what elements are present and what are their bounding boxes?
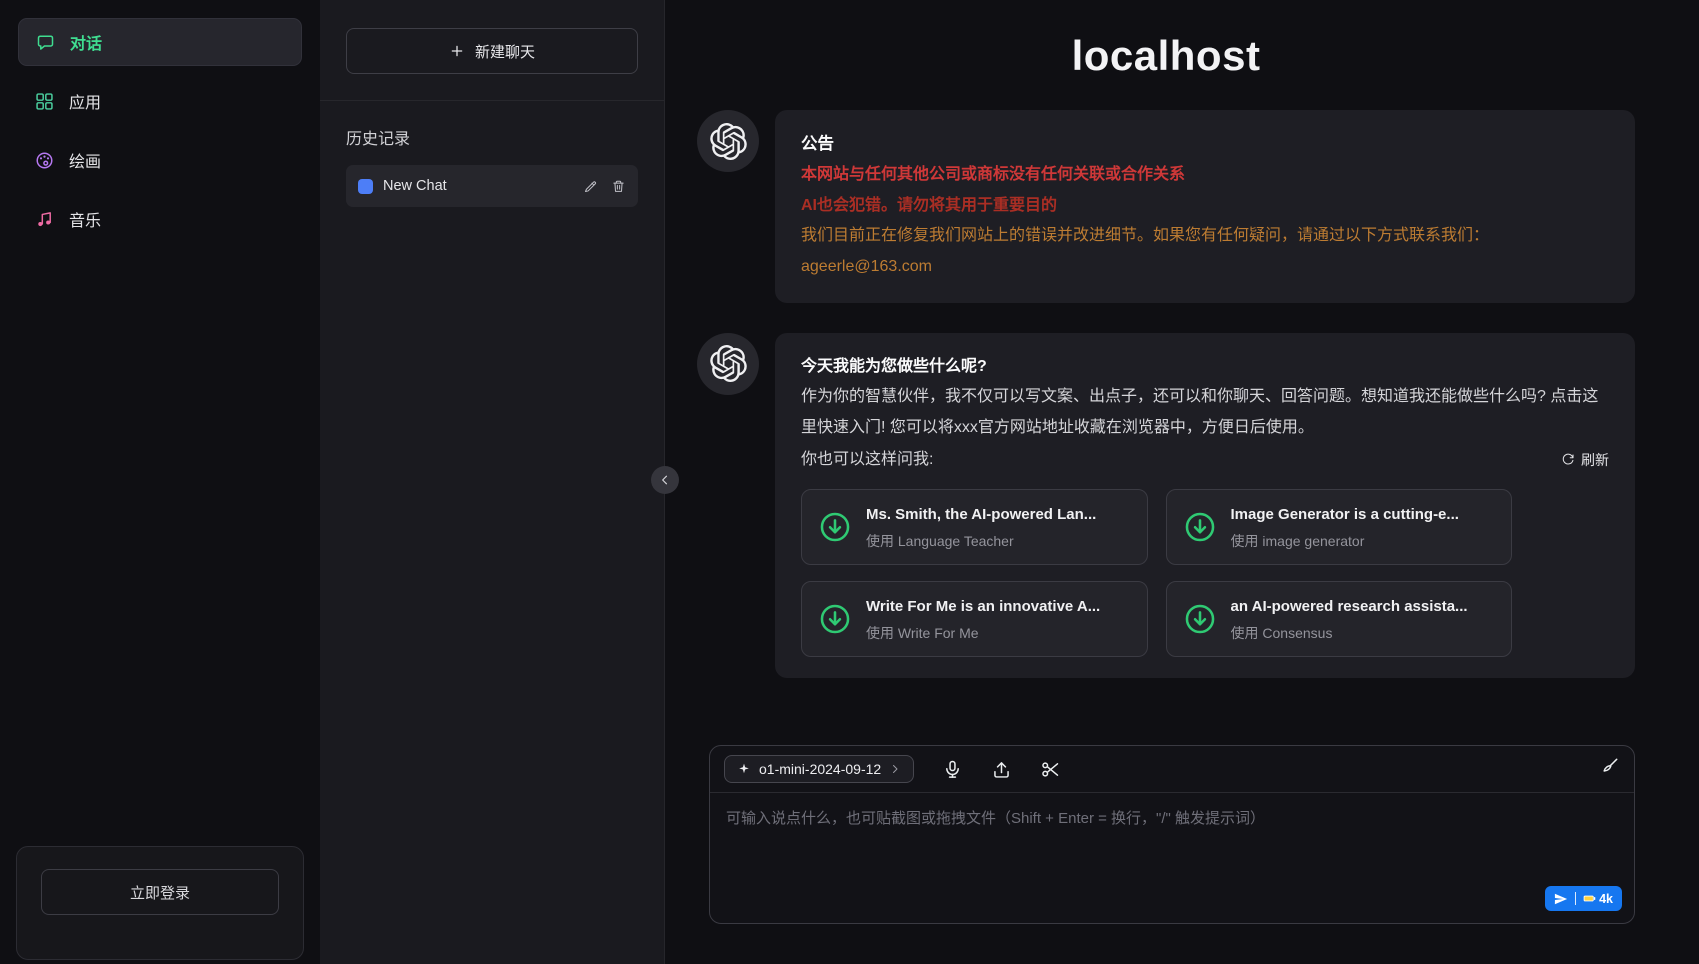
- microphone-icon[interactable]: [942, 759, 963, 780]
- clear-context-brush-icon: [1599, 756, 1620, 777]
- notice-title: 公告: [801, 129, 1609, 160]
- palette-icon: [34, 150, 55, 171]
- openai-logo-icon: [710, 345, 747, 382]
- suggestion-card[interactable]: Image Generator is a cutting-e... 使用 ima…: [1166, 489, 1513, 565]
- upload-icon[interactable]: [991, 759, 1012, 780]
- send-button[interactable]: 4k: [1545, 886, 1622, 911]
- suggestion-subtitle: 使用 Language Teacher: [866, 532, 1096, 550]
- refresh-label: 刷新: [1581, 447, 1609, 474]
- notice-line-2: AI也会犯错。请勿将其用于重要目的: [801, 191, 1609, 221]
- ask-row: 你也可以这样问我: 刷新: [801, 445, 1609, 475]
- arrow-down-circle-icon: [1183, 602, 1217, 636]
- refresh-icon: [1561, 453, 1575, 467]
- login-button[interactable]: 立即登录: [41, 869, 279, 915]
- model-name: o1-mini-2024-09-12: [759, 761, 881, 777]
- sidebar-item-label: 音乐: [69, 207, 101, 231]
- music-note-icon: [34, 209, 55, 230]
- history-panel: 新建聊天 历史记录 New Chat: [320, 0, 665, 964]
- suggestion-card[interactable]: an AI-powered research assista... 使用 Con…: [1166, 581, 1513, 657]
- arrow-down-circle-icon: [818, 510, 852, 544]
- suggestion-subtitle: 使用 Consensus: [1231, 624, 1468, 642]
- message-bubble: 公告 本网站与任何其他公司或商标没有任何关联或合作关系 AI也会犯错。请勿将其用…: [775, 110, 1635, 303]
- sidebar-item-music[interactable]: 音乐: [18, 195, 302, 243]
- token-counter: 4k: [1583, 892, 1613, 906]
- suggestion-card[interactable]: Write For Me is an innovative A... 使用 Wr…: [801, 581, 1148, 657]
- sidebar-item-paint[interactable]: 绘画: [18, 136, 302, 184]
- clear-context-button[interactable]: [1599, 756, 1620, 782]
- new-chat-button[interactable]: 新建聊天: [346, 28, 638, 74]
- suggestion-title: an AI-powered research assista...: [1231, 597, 1468, 617]
- assistant-message: 公告 本网站与任何其他公司或商标没有任何关联或合作关系 AI也会犯错。请勿将其用…: [697, 110, 1635, 303]
- assistant-message: 今天我能为您做些什么呢? 作为你的智慧伙伴，我不仅可以写文案、出点子，还可以和你…: [697, 333, 1635, 679]
- suggestion-text: an AI-powered research assista... 使用 Con…: [1231, 597, 1468, 642]
- apps-grid-icon: [34, 91, 55, 112]
- assistant-avatar: [697, 110, 759, 172]
- suggestion-subtitle: 使用 image generator: [1231, 532, 1459, 550]
- sidebar-item-label: 应用: [69, 89, 101, 113]
- sidebar-item-label: 对话: [70, 30, 102, 54]
- suggestion-title: Ms. Smith, the AI-powered Lan...: [866, 505, 1096, 525]
- divider: [1575, 892, 1576, 905]
- notice-line-1: 本网站与任何其他公司或商标没有任何关联或合作关系: [801, 160, 1609, 190]
- history-header: 历史记录: [346, 125, 638, 149]
- edit-pencil-icon[interactable]: [583, 179, 598, 194]
- battery-icon: [1583, 892, 1596, 905]
- token-label: 4k: [1599, 892, 1613, 906]
- suggestion-text: Image Generator is a cutting-e... 使用 ima…: [1231, 505, 1459, 550]
- model-selector[interactable]: o1-mini-2024-09-12: [724, 755, 914, 783]
- suggestion-card[interactable]: Ms. Smith, the AI-powered Lan... 使用 Lang…: [801, 489, 1148, 565]
- refresh-suggestions-button[interactable]: 刷新: [1561, 447, 1609, 474]
- sidebar-item-apps[interactable]: 应用: [18, 77, 302, 125]
- paper-plane-icon: [1554, 892, 1568, 906]
- collapse-sidebar-button[interactable]: [651, 466, 679, 494]
- chat-row-actions: [583, 179, 626, 194]
- contact-email[interactable]: ageerle@163.com: [801, 252, 1609, 282]
- sidebar: 对话 应用 绘画: [0, 0, 320, 964]
- suggestion-text: Ms. Smith, the AI-powered Lan... 使用 Lang…: [866, 505, 1096, 550]
- chat-list-item[interactable]: New Chat: [346, 165, 638, 207]
- assistant-avatar: [697, 333, 759, 395]
- model-sparkle-icon: [737, 762, 751, 776]
- suggestion-text: Write For Me is an innovative A... 使用 Wr…: [866, 597, 1100, 642]
- divider: [320, 100, 664, 101]
- login-panel: 立即登录: [16, 846, 304, 960]
- chevron-left-icon: [658, 473, 672, 487]
- delete-trash-icon[interactable]: [611, 179, 626, 194]
- arrow-down-circle-icon: [1183, 510, 1217, 544]
- plus-icon: [449, 43, 465, 59]
- welcome-title: 今天我能为您做些什么呢?: [801, 352, 1609, 382]
- notice-line-3: 我们目前正在修复我们网站上的错误并改进细节。如果您有任何疑问，请通过以下方式联系…: [801, 221, 1609, 251]
- chat-color-swatch: [358, 179, 373, 194]
- chat-bubble-icon: [35, 32, 56, 53]
- message-bubble: 今天我能为您做些什么呢? 作为你的智慧伙伴，我不仅可以写文案、出点子，还可以和你…: [775, 333, 1635, 679]
- arrow-down-circle-icon: [818, 602, 852, 636]
- suggestion-subtitle: 使用 Write For Me: [866, 624, 1100, 642]
- page-title: localhost: [697, 32, 1635, 80]
- scissors-icon[interactable]: [1040, 759, 1061, 780]
- app-window: 对话 应用 绘画: [0, 0, 1699, 964]
- chat-title: New Chat: [383, 178, 573, 194]
- sidebar-item-chat[interactable]: 对话: [18, 18, 302, 66]
- ask-label: 你也可以这样问我:: [801, 445, 933, 475]
- chat-main: localhost 公告 本网站与任何其他公司或商标没有任何关联或合作关系 AI…: [665, 0, 1699, 964]
- sidebar-nav: 对话 应用 绘画: [18, 18, 302, 243]
- composer-toolbar: o1-mini-2024-09-12: [710, 746, 1634, 793]
- suggestion-title: Write For Me is an innovative A...: [866, 597, 1100, 617]
- welcome-body: 作为你的智慧伙伴，我不仅可以写文案、出点子，还可以和你聊天、回答问题。想知道我还…: [801, 382, 1609, 443]
- new-chat-label: 新建聊天: [475, 41, 535, 62]
- suggestion-title: Image Generator is a cutting-e...: [1231, 505, 1459, 525]
- composer-input-area: 4k: [710, 793, 1634, 923]
- message-input[interactable]: [726, 807, 1618, 878]
- suggestion-grid: Ms. Smith, the AI-powered Lan... 使用 Lang…: [801, 489, 1512, 657]
- chevron-right-icon: [889, 763, 901, 775]
- composer: o1-mini-2024-09-12: [709, 745, 1635, 924]
- message-list: 公告 本网站与任何其他公司或商标没有任何关联或合作关系 AI也会犯错。请勿将其用…: [697, 80, 1635, 727]
- sidebar-item-label: 绘画: [69, 148, 101, 172]
- openai-logo-icon: [710, 123, 747, 160]
